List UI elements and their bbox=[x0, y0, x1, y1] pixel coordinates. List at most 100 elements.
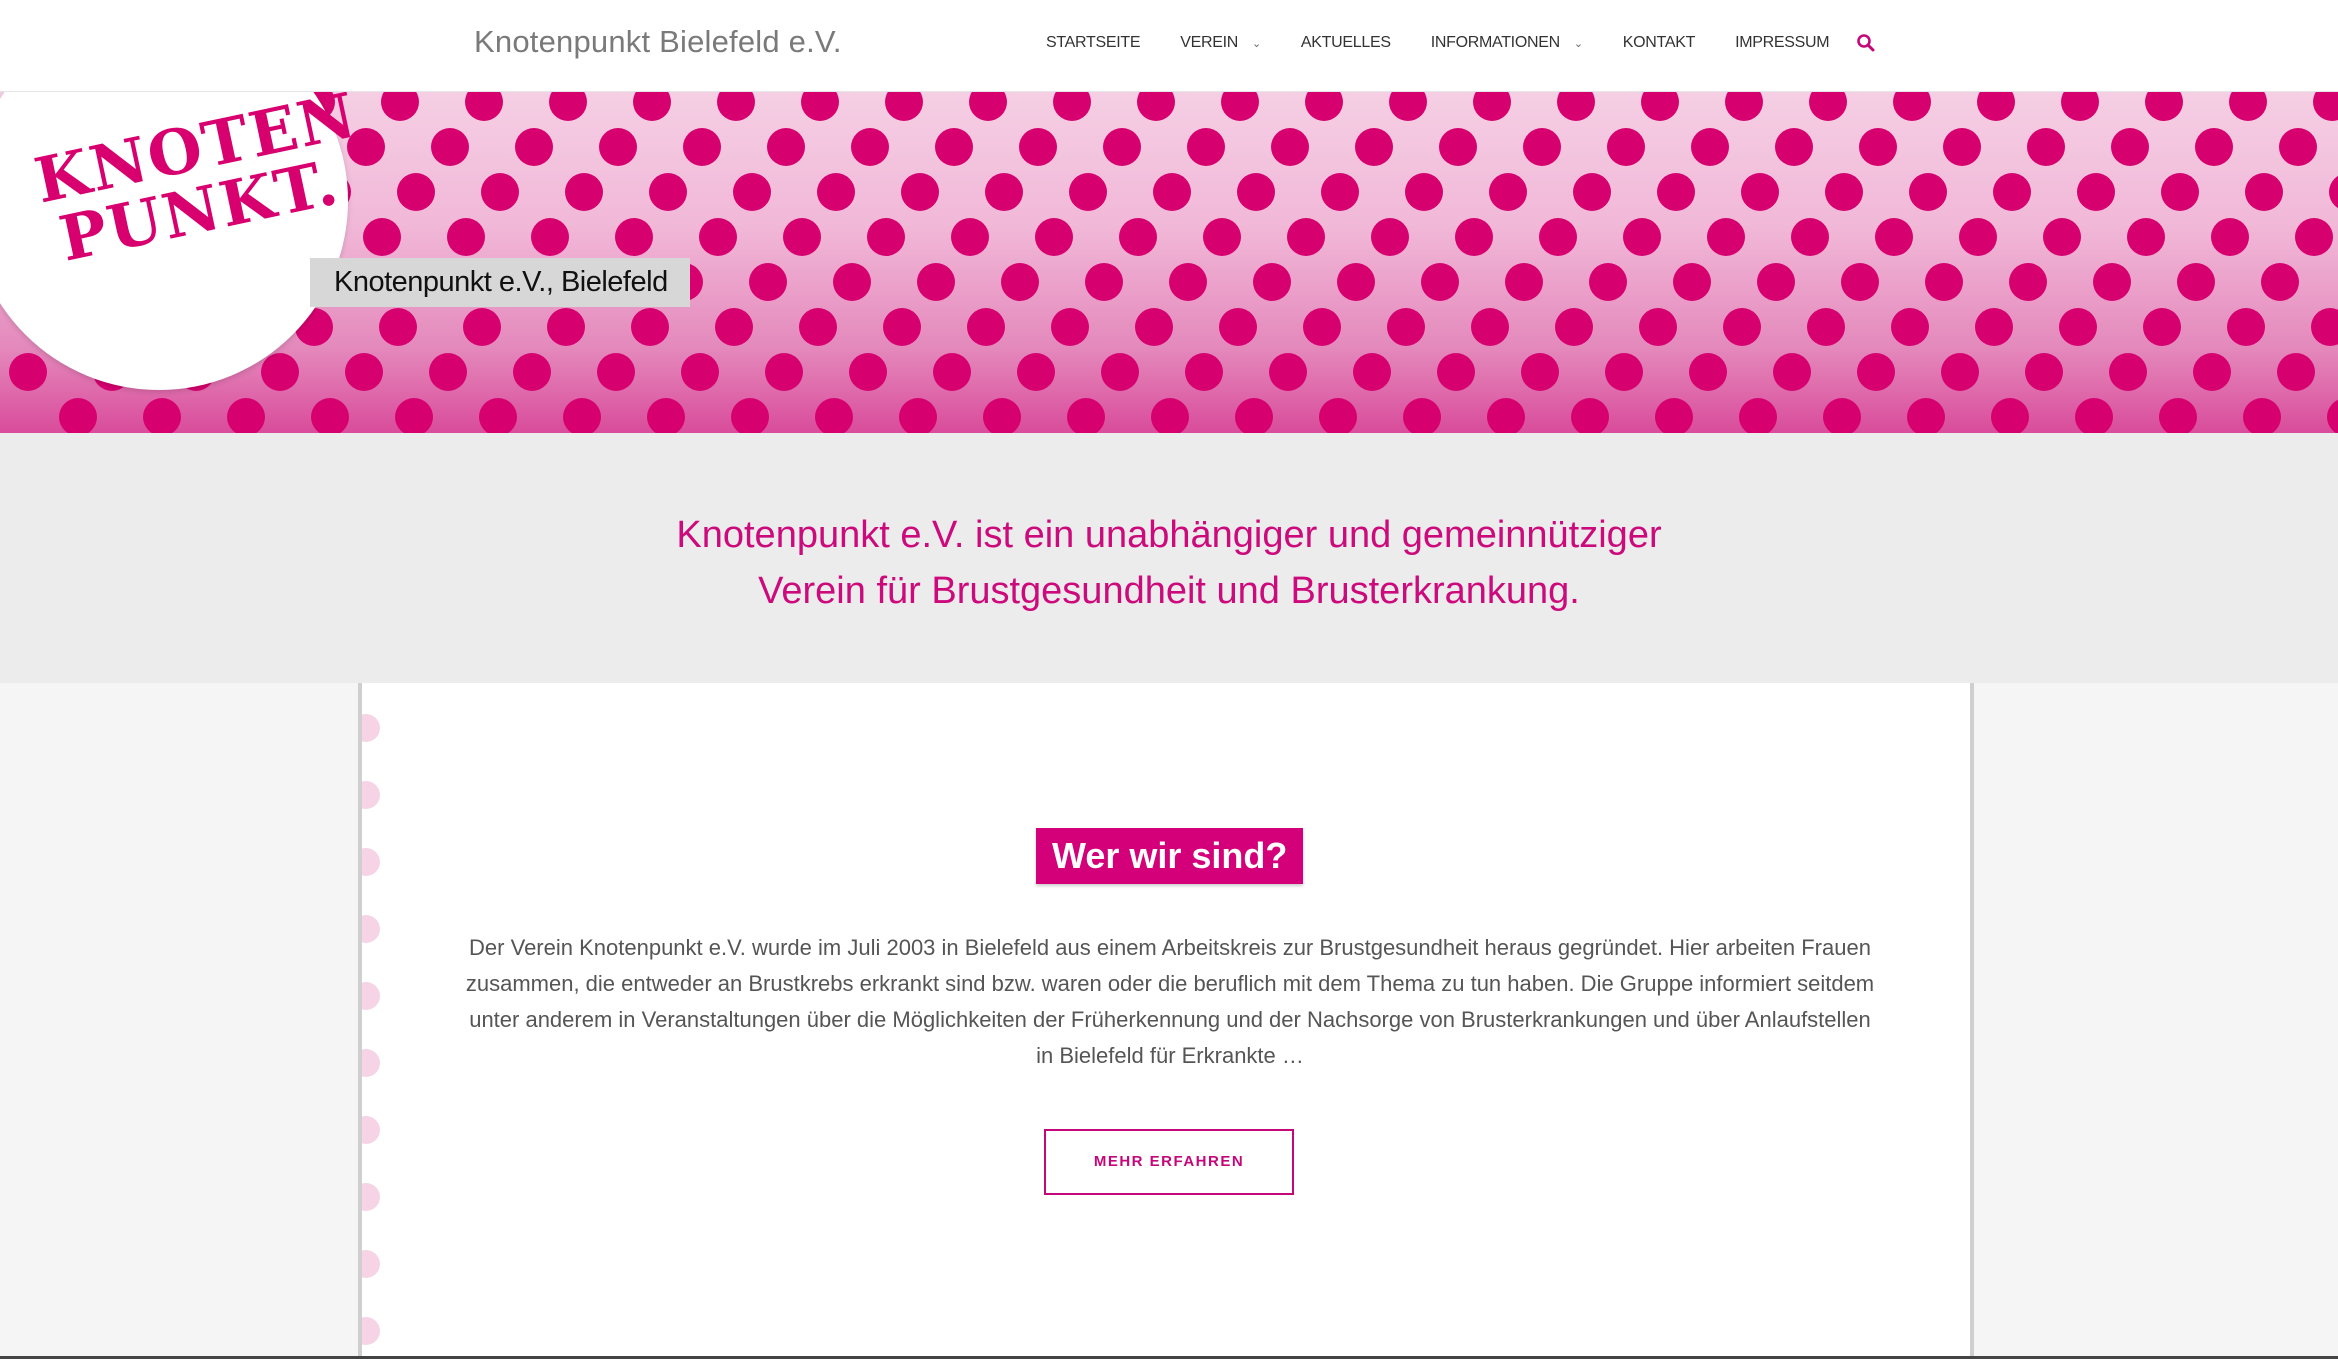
polka-dot bbox=[1623, 218, 1661, 256]
polka-dot bbox=[1287, 218, 1325, 256]
polka-dot bbox=[597, 353, 635, 391]
polka-dot bbox=[513, 353, 551, 391]
nav-item-label: IMPRESSUM bbox=[1735, 34, 1830, 51]
edge-dot bbox=[362, 1183, 380, 1211]
polka-dot bbox=[1035, 218, 1073, 256]
polka-dot bbox=[1371, 218, 1409, 256]
polka-dot bbox=[1859, 128, 1897, 166]
polka-dot bbox=[899, 398, 937, 433]
chevron-down-icon: ⌄ bbox=[1573, 37, 1583, 50]
polka-dot bbox=[935, 128, 973, 166]
polka-dot bbox=[2109, 353, 2147, 391]
polka-dot bbox=[1809, 92, 1847, 121]
polka-dot bbox=[1707, 218, 1745, 256]
polka-dot bbox=[699, 218, 737, 256]
polka-dot bbox=[649, 173, 687, 211]
polka-dot bbox=[1505, 263, 1543, 301]
polka-dot bbox=[765, 353, 803, 391]
polka-dot bbox=[2195, 128, 2233, 166]
polka-dot bbox=[1841, 263, 1879, 301]
polka-dot bbox=[1741, 173, 1779, 211]
polka-dot bbox=[2043, 218, 2081, 256]
polka-dot bbox=[2143, 308, 2181, 346]
polka-dot bbox=[883, 308, 921, 346]
polka-dot bbox=[717, 92, 755, 121]
polka-dot bbox=[2279, 128, 2317, 166]
tagline-line-2: Verein für Brustgesundheit und Brusterkr… bbox=[758, 570, 1580, 612]
polka-dot bbox=[9, 353, 47, 391]
edge-dot bbox=[362, 1317, 380, 1345]
nav-item-startseite[interactable]: STARTSEITE bbox=[1046, 34, 1141, 52]
polka-dot bbox=[1523, 128, 1561, 166]
site-title[interactable]: Knotenpunkt Bielefeld e.V. bbox=[474, 24, 842, 60]
polka-dot bbox=[1673, 263, 1711, 301]
polka-dot bbox=[683, 128, 721, 166]
polka-dot bbox=[1001, 263, 1039, 301]
nav-item-impressum[interactable]: IMPRESSUM bbox=[1735, 34, 1830, 52]
banner-label: Knotenpunkt e.V., Bielefeld bbox=[310, 258, 690, 307]
nav-item-label: INFORMATIONEN bbox=[1430, 34, 1560, 51]
site-header: Knotenpunkt Bielefeld e.V. STARTSEITE VE… bbox=[0, 0, 2338, 92]
polka-dot bbox=[1219, 308, 1257, 346]
polka-dot bbox=[885, 92, 923, 121]
polka-dot bbox=[2077, 173, 2115, 211]
nav-item-aktuelles[interactable]: AKTUELLES bbox=[1301, 34, 1391, 52]
polka-dot bbox=[901, 173, 939, 211]
polka-dot bbox=[2311, 308, 2338, 346]
polka-dot bbox=[1723, 308, 1761, 346]
polka-dot bbox=[1775, 128, 1813, 166]
nav-item-verein[interactable]: VEREIN ⌄ bbox=[1180, 34, 1261, 52]
polka-dot bbox=[1185, 353, 1223, 391]
polka-dot bbox=[1607, 128, 1645, 166]
polka-dot bbox=[1403, 398, 1441, 433]
polka-dot bbox=[1555, 308, 1593, 346]
polka-dot bbox=[599, 128, 637, 166]
polka-dot bbox=[1319, 398, 1357, 433]
polka-dot bbox=[1353, 353, 1391, 391]
polka-dot bbox=[1589, 263, 1627, 301]
polka-dot bbox=[1051, 308, 1089, 346]
polka-dot bbox=[1269, 353, 1307, 391]
polka-dot bbox=[395, 398, 433, 433]
polka-dot bbox=[381, 92, 419, 121]
edge-dot bbox=[362, 848, 380, 876]
polka-dot bbox=[227, 398, 265, 433]
polka-dot bbox=[563, 398, 601, 433]
polka-dot bbox=[967, 308, 1005, 346]
polka-dot bbox=[429, 353, 467, 391]
edge-dot bbox=[362, 714, 380, 742]
polka-dot bbox=[2313, 92, 2338, 121]
polka-dot bbox=[1019, 128, 1057, 166]
polka-dot bbox=[867, 218, 905, 256]
polka-dot bbox=[1521, 353, 1559, 391]
polka-dot bbox=[1857, 353, 1895, 391]
polka-dot bbox=[1891, 308, 1929, 346]
polka-dot bbox=[647, 398, 685, 433]
polka-dot bbox=[2075, 398, 2113, 433]
polka-dot bbox=[1053, 92, 1091, 121]
polka-dot bbox=[1487, 398, 1525, 433]
polka-dot bbox=[1337, 263, 1375, 301]
polka-dot bbox=[817, 173, 855, 211]
more-info-button[interactable]: MEHR ERFAHREN bbox=[1044, 1129, 1294, 1195]
polka-dot bbox=[1439, 128, 1477, 166]
nav-item-label: KONTAKT bbox=[1622, 34, 1696, 51]
polka-dot bbox=[1387, 308, 1425, 346]
polka-dot bbox=[2161, 173, 2199, 211]
search-icon[interactable] bbox=[1856, 33, 1878, 55]
polka-dot bbox=[615, 218, 653, 256]
polka-dot bbox=[1691, 128, 1729, 166]
nav-item-informationen[interactable]: INFORMATIONEN ⌄ bbox=[1431, 34, 1583, 52]
nav-item-label: AKTUELLES bbox=[1300, 34, 1391, 51]
polka-dot bbox=[951, 218, 989, 256]
polka-dot bbox=[1017, 353, 1055, 391]
nav-item-kontakt[interactable]: KONTAKT bbox=[1622, 34, 1696, 52]
polka-dot bbox=[261, 353, 299, 391]
polka-dot bbox=[1187, 128, 1225, 166]
nav-item-label: STARTSEITE bbox=[1046, 34, 1141, 51]
polka-dot bbox=[1389, 92, 1427, 121]
edge-dot bbox=[362, 1250, 380, 1278]
polka-dot bbox=[1085, 263, 1123, 301]
polka-dot bbox=[1959, 218, 1997, 256]
polka-dot bbox=[681, 353, 719, 391]
